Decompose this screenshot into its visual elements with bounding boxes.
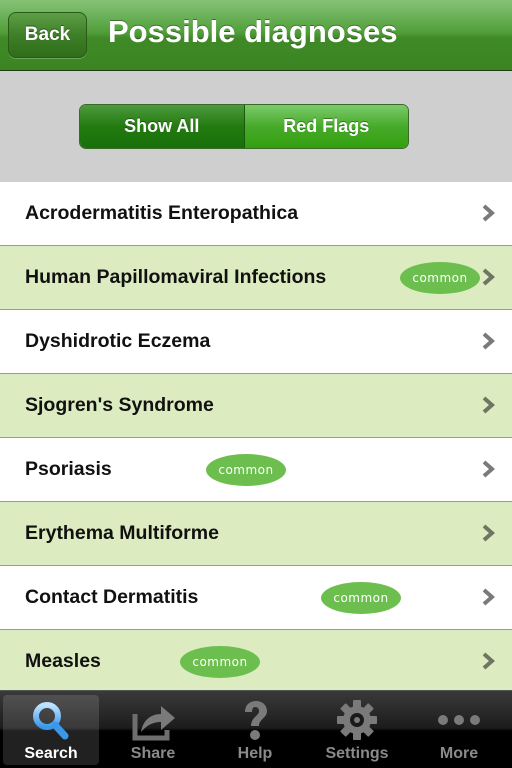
diagnosis-name: Measles	[25, 650, 101, 672]
tab-settings[interactable]: Settings	[309, 695, 405, 765]
back-button[interactable]: Back	[8, 12, 87, 58]
red-flags-segment[interactable]: Red Flags	[244, 105, 408, 148]
tab-label: Share	[130, 745, 176, 762]
tab-bar: Search Share Help Settings More	[0, 690, 512, 768]
diagnosis-name: Acrodermatitis Enteropathica	[25, 202, 299, 224]
filter-area: Show All Red Flags	[0, 71, 512, 182]
common-badge: common	[206, 454, 286, 486]
diagnosis-name: Sjogren's Syndrome	[25, 394, 214, 416]
filter-segmented-control: Show All Red Flags	[79, 104, 409, 149]
tab-more[interactable]: More	[411, 695, 507, 765]
page-title: Possible diagnoses	[108, 14, 398, 49]
diagnosis-row[interactable]: Erythema Multiforme	[0, 502, 512, 566]
common-badge: common	[321, 582, 401, 614]
diagnosis-name: Human Papillomaviral Infections	[25, 266, 327, 288]
diagnosis-name: Psoriasis	[25, 458, 112, 480]
chevron-right-icon	[482, 460, 495, 478]
navigation-bar: Back Possible diagnoses	[0, 0, 512, 71]
chevron-right-icon	[482, 588, 495, 606]
diagnosis-row[interactable]: Psoriasis common	[0, 438, 512, 502]
common-badge: common	[400, 262, 480, 294]
tab-label: Help	[237, 745, 273, 762]
chevron-right-icon	[482, 204, 495, 222]
diagnosis-row[interactable]: Human Papillomaviral Infections common	[0, 246, 512, 310]
diagnosis-name: Contact Dermatitis	[25, 586, 199, 608]
diagnosis-name: Dyshidrotic Eczema	[25, 330, 211, 352]
tab-label: Settings	[325, 745, 389, 762]
share-icon	[132, 706, 175, 741]
common-badge: common	[180, 646, 260, 678]
more-dots-icon	[438, 715, 480, 725]
search-icon	[33, 702, 69, 740]
tab-share[interactable]: Share	[105, 695, 201, 765]
diagnosis-row[interactable]: Sjogren's Syndrome	[0, 374, 512, 438]
chevron-right-icon	[482, 524, 495, 542]
chevron-right-icon	[482, 332, 495, 350]
settings-gear-icon	[337, 700, 377, 740]
help-icon	[245, 701, 267, 740]
diagnosis-name: Erythema Multiforme	[25, 522, 219, 544]
chevron-right-icon	[482, 268, 495, 286]
diagnosis-row[interactable]: Dyshidrotic Eczema	[0, 310, 512, 374]
tab-label: Search	[24, 745, 78, 762]
show-all-segment[interactable]: Show All	[80, 105, 245, 148]
diagnosis-row[interactable]: Acrodermatitis Enteropathica	[0, 182, 512, 246]
diagnosis-row[interactable]: Measles common	[0, 630, 512, 690]
tab-help[interactable]: Help	[207, 695, 303, 765]
chevron-right-icon	[482, 652, 495, 670]
diagnoses-list: Acrodermatitis Enteropathica Human Papil…	[0, 182, 512, 690]
tab-search[interactable]: Search	[3, 695, 99, 765]
tab-label: More	[439, 745, 479, 762]
chevron-right-icon	[482, 396, 495, 414]
diagnosis-row[interactable]: Contact Dermatitis common	[0, 566, 512, 630]
